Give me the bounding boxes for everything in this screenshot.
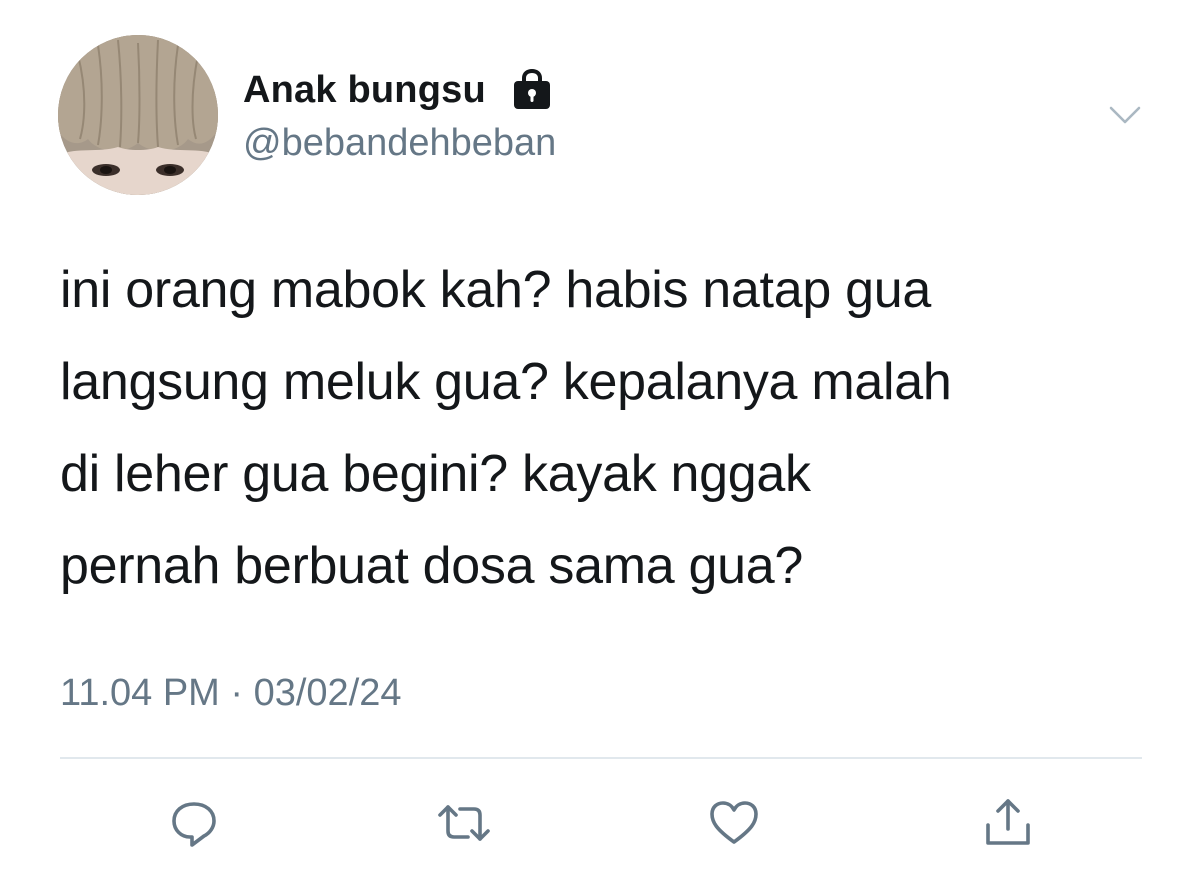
chevron-down-icon[interactable] (1108, 104, 1142, 128)
like-button[interactable] (706, 795, 762, 851)
divider (60, 757, 1142, 759)
avatar-photo (58, 35, 218, 195)
retweet-button[interactable] (436, 795, 492, 851)
display-name[interactable]: Anak bungsu (243, 69, 486, 112)
avatar[interactable] (58, 35, 218, 195)
share-button[interactable] (980, 795, 1036, 851)
heart-icon (710, 801, 758, 844)
user-handle[interactable]: @bebandehbeban (243, 122, 556, 165)
tweet-text: ini orang mabok kah? habis natap gua lan… (60, 261, 952, 595)
reply-button[interactable] (166, 795, 222, 851)
name-row: Anak bungsu (243, 66, 554, 114)
tweet-card: Anak bungsu @bebandehbeban ini orang mab… (0, 0, 1200, 887)
retweet-icon (438, 805, 490, 841)
tweet-timestamp[interactable]: 11.04 PM · 03/02/24 (60, 672, 402, 715)
share-icon (986, 799, 1030, 845)
lock-icon (510, 68, 554, 111)
reply-icon (172, 802, 216, 847)
